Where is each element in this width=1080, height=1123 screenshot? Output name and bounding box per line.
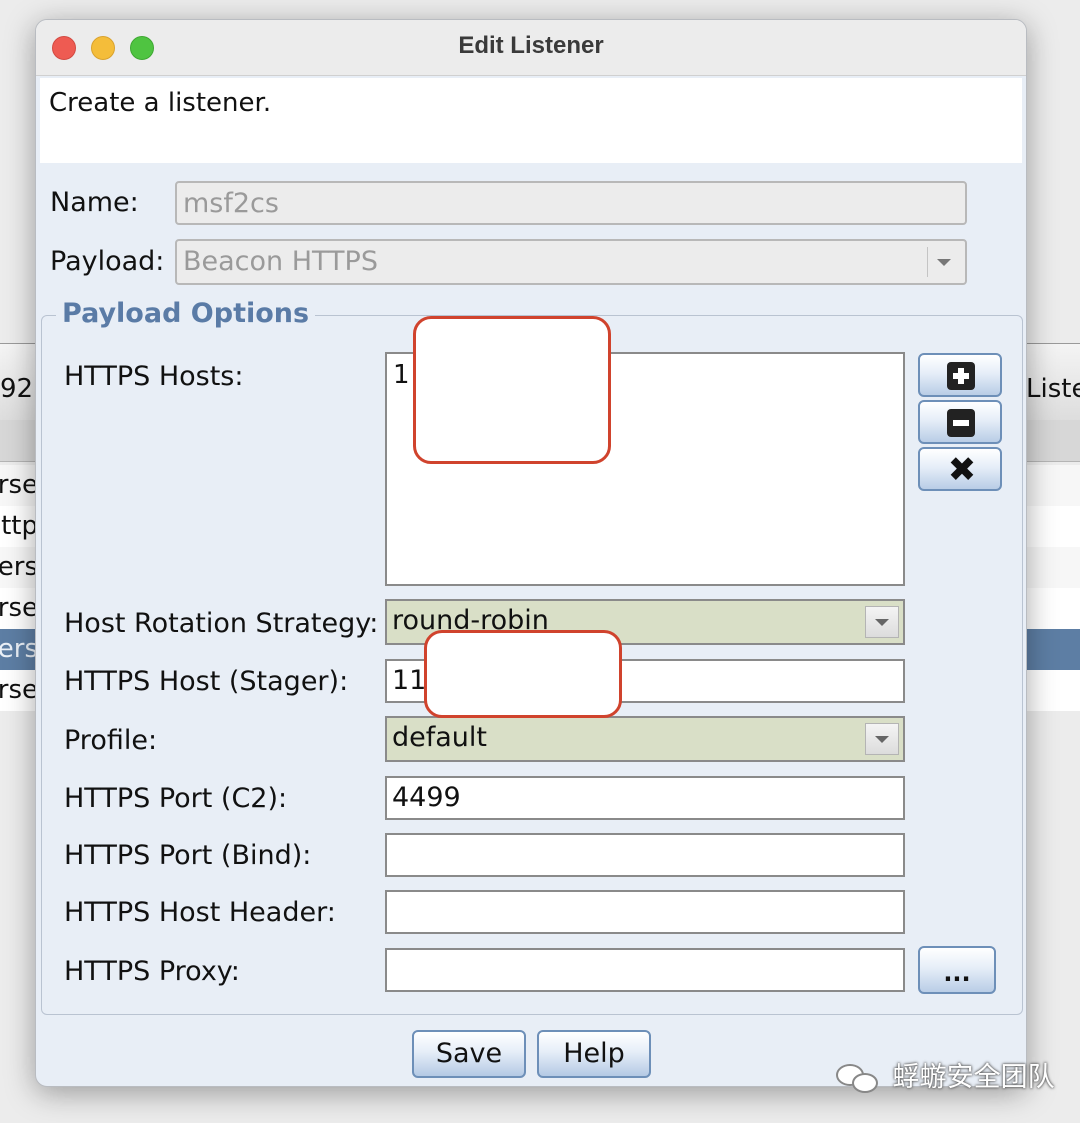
window-title: Edit Listener [458, 32, 604, 59]
background-tab-right-label: Liste [1026, 374, 1080, 404]
clear-hosts-button[interactable]: ✖ [918, 447, 1002, 491]
name-field[interactable]: msf2cs [175, 181, 967, 225]
add-host-button[interactable] [918, 353, 1002, 397]
payload-label: Payload: [50, 246, 165, 277]
edit-listener-dialog: Edit Listener Create a listener. Name: m… [35, 19, 1027, 1087]
stager-host-value: 11 [392, 665, 427, 696]
table-row[interactable]: erse [0, 588, 38, 629]
https-hosts-value: 1 [393, 360, 410, 390]
payload-select[interactable]: Beacon HTTPS [175, 239, 967, 285]
rotation-strategy-dropdown-button[interactable] [865, 606, 899, 638]
dialog-description: Create a listener. [40, 78, 1022, 163]
title-bar[interactable]: Edit Listener [36, 20, 1026, 76]
table-row[interactable]: vers [0, 547, 38, 588]
background-table-left: erse http vers erse vers erse [0, 465, 38, 711]
table-row-selected[interactable] [1026, 629, 1080, 670]
port-c2-label: HTTPS Port (C2): [64, 783, 288, 814]
wechat-icon [836, 1062, 880, 1096]
window-minimize-button[interactable] [91, 36, 115, 60]
background-tab-left-label: 92. [0, 374, 38, 404]
help-button[interactable]: Help [537, 1030, 651, 1078]
table-row[interactable] [1026, 506, 1080, 547]
save-button[interactable]: Save [412, 1030, 526, 1078]
chevron-down-icon [937, 259, 951, 266]
profile-select[interactable]: default [385, 716, 905, 762]
table-row[interactable]: erse [0, 670, 38, 711]
plus-icon [947, 362, 975, 390]
table-row[interactable] [1026, 588, 1080, 629]
close-icon: ✖ [947, 450, 977, 490]
proxy-input[interactable] [385, 948, 905, 992]
proxy-label: HTTPS Proxy: [64, 956, 240, 987]
background-table-right [1026, 465, 1080, 711]
watermark: 蜉蝣安全团队 [836, 1055, 1055, 1095]
watermark-text: 蜉蝣安全团队 [892, 1062, 1055, 1093]
stager-host-label: HTTPS Host (Stager): [64, 666, 349, 697]
profile-value: default [392, 722, 488, 753]
chevron-down-icon [875, 736, 889, 743]
table-row[interactable] [1026, 547, 1080, 588]
port-bind-input[interactable] [385, 833, 905, 877]
redaction-box [424, 630, 622, 718]
proxy-settings-button[interactable]: ... [918, 946, 996, 994]
https-hosts-label: HTTPS Hosts: [64, 361, 244, 392]
table-row[interactable]: erse [0, 465, 38, 506]
table-row-selected[interactable]: vers [0, 629, 38, 670]
table-row[interactable] [1026, 465, 1080, 506]
background-table-header-right [1026, 420, 1080, 462]
minus-icon [947, 409, 975, 437]
window-maximize-button[interactable] [130, 36, 154, 60]
payload-value: Beacon HTTPS [183, 246, 378, 277]
port-c2-input[interactable]: 4499 [385, 776, 905, 820]
chevron-down-icon [875, 619, 889, 626]
profile-label: Profile: [64, 725, 158, 756]
host-header-label: HTTPS Host Header: [64, 897, 336, 928]
background-table-header-left [0, 420, 38, 462]
name-value: msf2cs [183, 188, 279, 219]
port-bind-label: HTTPS Port (Bind): [64, 840, 312, 871]
table-row[interactable]: http [0, 506, 38, 547]
rotation-strategy-label: Host Rotation Strategy: [64, 608, 379, 639]
table-row[interactable] [1026, 670, 1080, 711]
redaction-box [413, 316, 611, 464]
host-header-input[interactable] [385, 890, 905, 934]
port-c2-value: 4499 [392, 782, 461, 813]
remove-host-button[interactable] [918, 400, 1002, 444]
profile-dropdown-button[interactable] [865, 723, 899, 755]
payload-dropdown-button[interactable] [927, 247, 959, 277]
payload-options-title: Payload Options [56, 298, 316, 329]
name-label: Name: [50, 187, 139, 218]
window-close-button[interactable] [52, 36, 76, 60]
